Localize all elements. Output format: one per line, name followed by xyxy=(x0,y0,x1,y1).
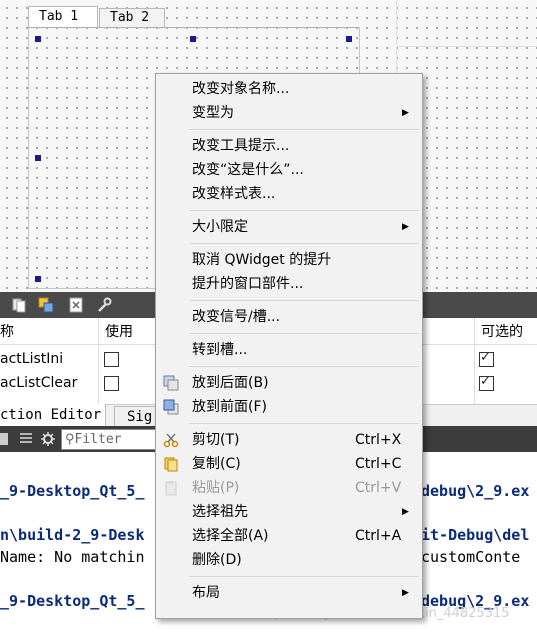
menu-separator xyxy=(189,333,419,334)
checkable-checkbox[interactable] xyxy=(479,350,494,367)
menu-item-shortcut: Ctrl+C xyxy=(355,456,402,472)
menu-item-shortcut: Ctrl+A xyxy=(355,528,402,544)
copy-action-icon[interactable] xyxy=(38,297,54,313)
checkable-checkbox[interactable] xyxy=(479,374,494,391)
submenu-arrow-icon: ▶ xyxy=(402,108,409,118)
used-checkbox[interactable] xyxy=(104,352,119,367)
menu-item-label: 布局 xyxy=(192,585,220,601)
menu-separator xyxy=(189,576,419,577)
menu-item[interactable]: 取消 QWidget 的提升 xyxy=(156,248,422,272)
menu-separator xyxy=(189,300,419,301)
menu-item-label: 改变信号/槽... xyxy=(192,309,281,325)
menu-item[interactable]: 提升的窗口部件... xyxy=(156,272,422,296)
font-size-icon[interactable] xyxy=(18,431,34,447)
tab-2[interactable]: Tab 2 xyxy=(99,8,165,27)
context-menu: 改变对象名称... 变型为 ▶ 改变工具提示... 改变“这是什么”... 改变样式表..… xyxy=(155,73,423,619)
menu-item[interactable]: 大小限定 ▶ xyxy=(156,215,422,239)
menu-separator xyxy=(189,366,419,367)
menu-item[interactable]: 改变工具提示... xyxy=(156,134,422,158)
menu-item-label: 改变“这是什么”... xyxy=(192,162,304,178)
menu-item[interactable]: 改变对象名称... xyxy=(156,77,422,101)
selection-handle[interactable] xyxy=(346,36,352,42)
submenu-arrow-icon: ▶ xyxy=(402,588,409,598)
menu-separator xyxy=(189,243,419,244)
canvas-divider xyxy=(396,46,537,47)
output-line: _9-Desktop_Qt_5_ xyxy=(0,482,145,500)
column-divider xyxy=(474,318,475,404)
bring-to-front-icon xyxy=(163,399,179,415)
column-divider xyxy=(98,318,99,404)
menu-item[interactable]: 布局 ▶ xyxy=(156,581,422,605)
menu-item-label: 大小限定 xyxy=(192,219,248,235)
output-line: debug\2_9.ex xyxy=(421,482,530,500)
menu-item-label: 变型为 xyxy=(192,105,234,121)
menu-item[interactable]: 转到槽... xyxy=(156,338,422,362)
menu-separator xyxy=(189,423,419,424)
menu-item[interactable]: 改变样式表... xyxy=(156,182,422,206)
menu-item-label: 剪切(T) xyxy=(192,432,240,448)
output-line: n\build-2_9-Desk xyxy=(0,526,145,544)
gear-icon[interactable] xyxy=(40,431,56,447)
menu-item-label: 改变对象名称... xyxy=(192,81,290,97)
menu-item-label: 复制(C) xyxy=(192,456,241,472)
copy-icon xyxy=(163,456,179,472)
menu-item-shortcut: Ctrl+V xyxy=(355,480,402,496)
menu-item-label: 取消 QWidget 的提升 xyxy=(192,252,332,268)
menu-item-label: 转到槽... xyxy=(192,342,248,358)
output-line: customConte xyxy=(421,548,521,566)
menu-item[interactable]: 改变信号/槽... xyxy=(156,305,422,329)
stop-icon[interactable] xyxy=(0,432,10,446)
search-icon: ⚲ xyxy=(65,432,75,447)
column-header-used[interactable]: 使用 xyxy=(105,320,133,344)
selection-handle[interactable] xyxy=(35,276,41,282)
menu-item-label: 放到前面(F) xyxy=(192,399,267,415)
paste-icon xyxy=(163,480,179,496)
menu-item-label: 删除(D) xyxy=(192,552,242,568)
menu-item-label: 粘贴(P) xyxy=(192,480,240,496)
tab-1[interactable]: Tab 1 xyxy=(28,6,98,27)
selection-handle[interactable] xyxy=(35,155,41,161)
wrench-icon[interactable] xyxy=(96,297,112,313)
menu-separator xyxy=(189,210,419,211)
selection-handle[interactable] xyxy=(35,36,41,42)
menu-item[interactable]: 放到后面(B) xyxy=(156,371,422,395)
menu-item-label: 提升的窗口部件... xyxy=(192,276,304,292)
menu-item-label: 改变工具提示... xyxy=(192,138,290,154)
menu-item-label: 放到后面(B) xyxy=(192,375,269,391)
menu-item[interactable]: 选择全部(A) Ctrl+A xyxy=(156,524,422,548)
scissors-icon xyxy=(163,432,179,448)
menu-item[interactable]: 剪切(T) Ctrl+X xyxy=(156,428,422,452)
column-header-name[interactable]: 称 xyxy=(0,320,14,344)
menu-item[interactable]: 改变“这是什么”... xyxy=(156,158,422,182)
delete-action-icon[interactable] xyxy=(68,297,84,313)
new-action-icon[interactable] xyxy=(11,297,27,313)
output-line: Name: No matchin xyxy=(0,548,145,566)
send-to-back-icon xyxy=(163,375,179,391)
menu-item[interactable]: 删除(D) xyxy=(156,548,422,572)
menu-item[interactable]: 选择祖先 ▶ xyxy=(156,500,422,524)
menu-item[interactable]: 粘贴(P) Ctrl+V xyxy=(156,476,422,500)
submenu-arrow-icon: ▶ xyxy=(402,222,409,232)
menu-item[interactable]: 复制(C) Ctrl+C xyxy=(156,452,422,476)
action-name-cell[interactable]: acListClear xyxy=(0,371,77,395)
submenu-arrow-icon: ▶ xyxy=(402,507,409,517)
menu-item-label: 选择全部(A) xyxy=(192,528,269,544)
menu-separator xyxy=(189,129,419,130)
menu-item-shortcut: Ctrl+X xyxy=(355,432,402,448)
action-name-cell[interactable]: actListIni xyxy=(0,347,63,371)
menu-item-label: 选择祖先 xyxy=(192,504,248,520)
menu-item[interactable]: 变型为 ▶ xyxy=(156,101,422,125)
tab-action-editor[interactable]: ction Editor xyxy=(0,404,106,426)
selection-handle[interactable] xyxy=(190,36,196,42)
output-line: it-Debug\del xyxy=(421,526,530,544)
menu-item-label: 改变样式表... xyxy=(192,186,276,202)
output-line: _9-Desktop_Qt_5_ xyxy=(0,592,145,610)
used-checkbox[interactable] xyxy=(104,376,119,391)
column-header-checkable[interactable]: 可选的 xyxy=(481,320,523,344)
menu-item[interactable]: 放到前面(F) xyxy=(156,395,422,419)
filter-input[interactable]: ⚲Filter xyxy=(61,429,163,450)
